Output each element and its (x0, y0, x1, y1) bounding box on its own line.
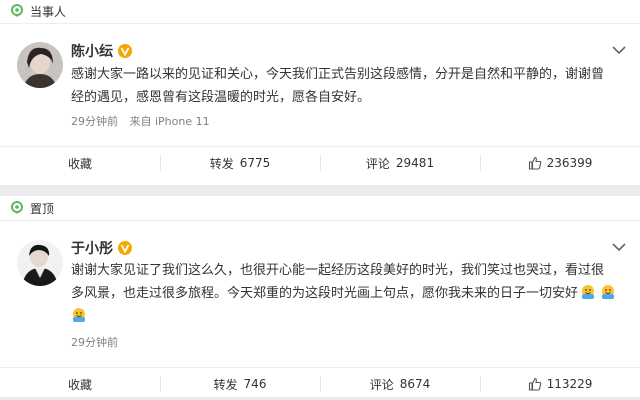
verified-v-icon (118, 241, 132, 255)
avatar-photo (17, 42, 63, 88)
divider (0, 220, 640, 221)
avatar[interactable] (17, 240, 63, 286)
weibo-post-1: 当事人 陈小纭 感谢大家一路以来的见证和关心，今天我们正式告别这段感情，分开是自… (0, 0, 640, 185)
post-tag-label: 当事人 (30, 4, 67, 19)
author-row: 于小彤 (71, 238, 132, 258)
favorite-button[interactable]: 收藏 (0, 368, 160, 400)
location-pin-icon (11, 201, 23, 214)
post-tag: 置顶 (10, 197, 54, 219)
thumbs-up-icon (528, 156, 541, 170)
action-bar: 收藏 转发 746 评论 8674 113229 (0, 367, 640, 400)
divider (0, 23, 640, 24)
favorite-button[interactable]: 收藏 (0, 147, 160, 179)
verified-v-icon (118, 44, 132, 58)
repost-button[interactable]: 转发 746 (160, 368, 320, 400)
like-count: 113229 (546, 377, 593, 391)
post-time[interactable]: 29分钟前 (71, 115, 118, 128)
like-button[interactable]: 236399 (480, 147, 640, 179)
repost-label: 转发 (213, 377, 238, 392)
hug-emoji-icon (582, 285, 595, 299)
post-meta: 29分钟前 (71, 334, 126, 350)
repost-count: 746 (243, 377, 267, 391)
hug-emoji-icon (73, 308, 85, 322)
location-pin-icon (11, 4, 23, 17)
favorite-label: 收藏 (67, 377, 92, 392)
post-text: 感谢大家一路以来的见证和关心，今天我们正式告别这段感情，分开是自然和平静的，谢谢… (71, 63, 623, 109)
action-bar: 收藏 转发 6775 评论 29481 236399 (0, 146, 640, 179)
repost-label: 转发 (209, 156, 234, 171)
hug-emoji-icon (602, 285, 615, 299)
post-text-emoji-line (71, 305, 623, 328)
like-button[interactable]: 113229 (480, 368, 640, 400)
post-tag-label: 置顶 (30, 201, 55, 216)
post-source: 来自 iPhone 11 (129, 115, 210, 128)
post-text: 谢谢大家见证了我们这么久，也很开心能一起经历这段美好的时光，我们笑过也哭过，看过… (71, 259, 623, 328)
repost-button[interactable]: 转发 6775 (160, 147, 320, 179)
comment-button[interactable]: 评论 29481 (320, 147, 480, 179)
comment-count: 29481 (395, 156, 435, 170)
post-text-line: 多风景，也走过很多旅程。今天郑重的为这段时光画上句点，愿你我未来的日子一切安好 (71, 286, 579, 301)
comment-label: 评论 (369, 377, 394, 392)
chevron-down-icon[interactable] (612, 242, 626, 252)
avatar[interactable] (17, 42, 63, 88)
post-text-line: 经的遇见，感恩曾有这段温暖的时光，愿各自安好。 (71, 90, 371, 105)
thumbs-up-icon (528, 377, 541, 391)
author-name[interactable]: 陈小纭 (71, 41, 113, 61)
chevron-down-icon[interactable] (612, 45, 626, 55)
repost-count: 6775 (239, 156, 271, 170)
like-count: 236399 (546, 156, 593, 170)
post-meta: 29分钟前 来自 iPhone 11 (71, 113, 218, 129)
comment-count: 8674 (399, 377, 431, 391)
author-row: 陈小纭 (71, 41, 132, 61)
post-time[interactable]: 29分钟前 (71, 336, 118, 349)
weibo-post-2: 置顶 于小彤 谢谢大家见证了我们这么久，也很开心能一起经历这段美好的时光，我们笑… (0, 196, 640, 397)
post-tag: 当事人 (10, 0, 66, 22)
avatar-photo (17, 240, 63, 286)
comment-button[interactable]: 评论 8674 (320, 368, 480, 400)
author-name[interactable]: 于小彤 (71, 238, 113, 258)
comment-label: 评论 (365, 156, 390, 171)
favorite-label: 收藏 (67, 156, 92, 171)
post-text-line-with-emoji: 多风景，也走过很多旅程。今天郑重的为这段时光画上句点，愿你我未来的日子一切安好 (71, 282, 623, 305)
post-text-line: 谢谢大家见证了我们这么久，也很开心能一起经历这段美好的时光，我们笑过也哭过，看过… (71, 263, 605, 278)
post-text-line: 感谢大家一路以来的见证和关心，今天我们正式告别这段感情，分开是自然和平静的，谢谢… (71, 67, 605, 82)
